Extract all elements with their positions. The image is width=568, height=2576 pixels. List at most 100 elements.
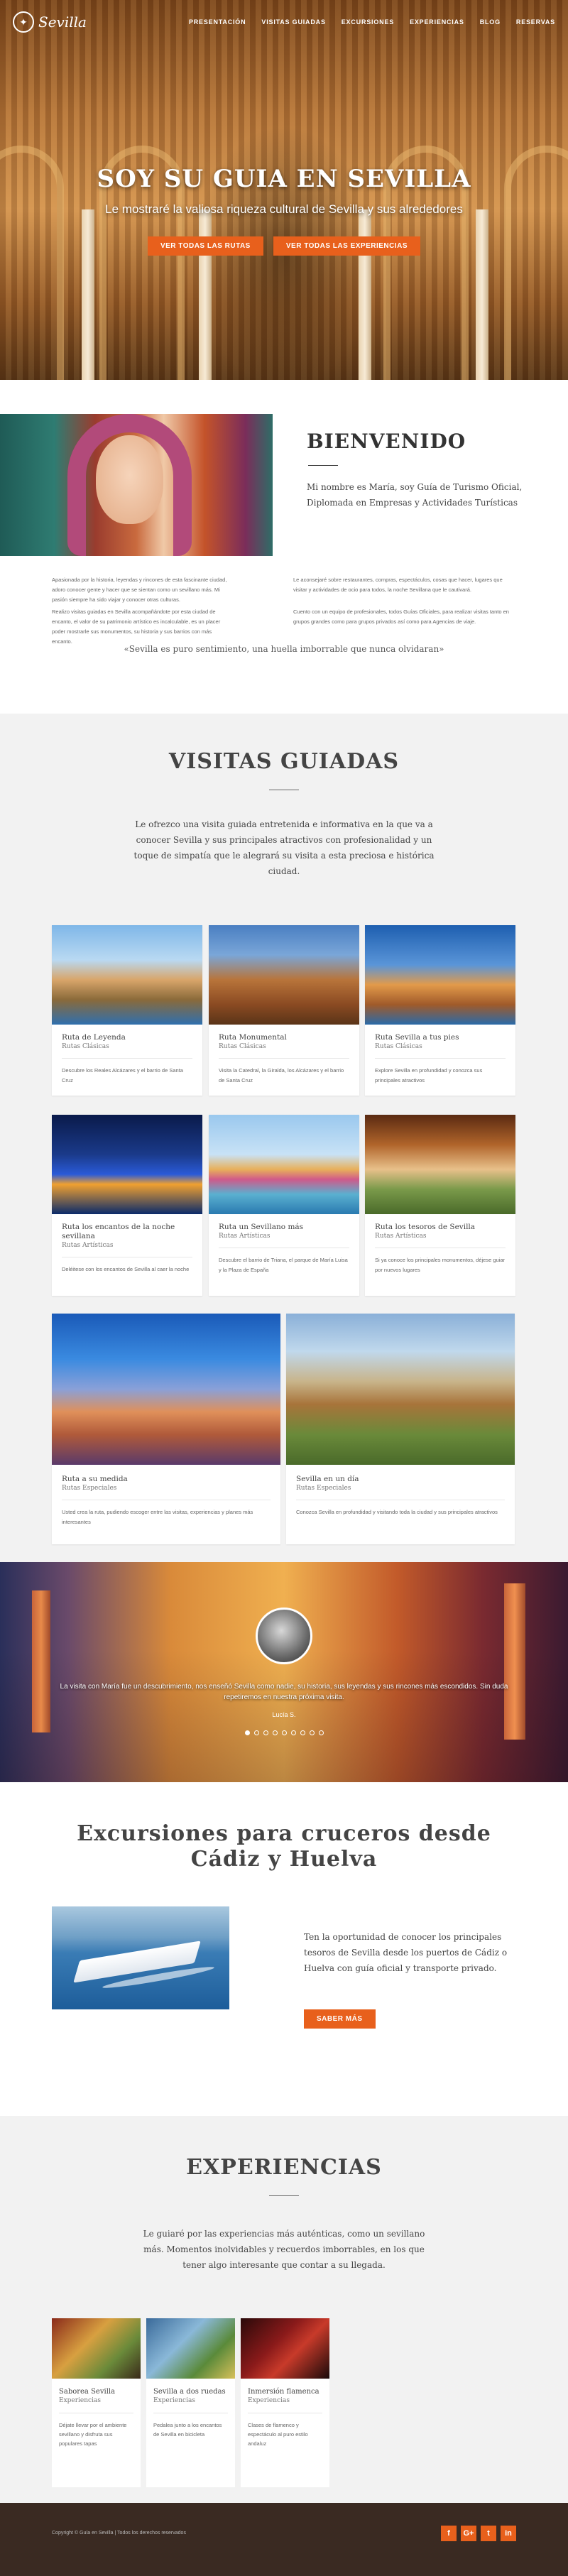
tour-card-description: Descubre el barrio de Triana, el parque … [219,1257,348,1273]
experience-card[interactable]: Saborea Sevilla Experiencias Déjate llev… [52,2318,141,2487]
view-experiences-button[interactable]: Ver todas las experiencias [273,236,421,256]
tour-card-category: Rutas Artísticas [219,1233,271,1240]
experience-card-description: Clases de flamenco y espectáculo al puro… [248,2422,308,2447]
slider-dot[interactable] [309,1730,315,1735]
linkedin-icon[interactable]: in [501,2526,516,2541]
testimonial-avatar [256,1608,312,1664]
tour-card-category: Rutas Artísticas [375,1233,427,1240]
tours-title: VISITAS GUIADAS [168,749,400,774]
tour-card[interactable]: Ruta Sevilla a tus pies Rutas Clásicas E… [365,925,515,1096]
cruise-excursions-section: Excursiones para cruceros desde Cádiz y … [0,1782,568,2116]
cruise-ship-image [52,1906,229,2009]
tour-card[interactable]: Ruta los tesoros de Sevilla Rutas Artíst… [365,1115,515,1296]
cruise-text: Ten la oportunidad de conocer los princi… [304,1932,508,1973]
tour-card-title: Ruta Sevilla a tus pies [375,1033,459,1042]
tour-card-title: Ruta de Leyenda [62,1033,126,1042]
tour-card-category: Rutas Clásicas [375,1043,422,1050]
slider-dot[interactable] [290,1730,296,1735]
hero-section: ✦ Sevilla Presentación Visitas guiadas E… [0,0,568,380]
slider-dot[interactable] [272,1730,278,1735]
tour-card[interactable]: Ruta un Sevillano más Rutas Artísticas D… [209,1115,359,1296]
testimonial-section: La visita con María fue un descubrimient… [0,1562,568,1782]
tour-card-category: Rutas Clásicas [62,1043,109,1050]
nav-item-presentacion[interactable]: Presentación [189,18,246,26]
guide-portrait-image [0,414,273,556]
experience-card-title: Saborea Sevilla [59,2388,116,2396]
tour-card-title: Ruta los encantos de la noche sevillana [62,1223,175,1240]
slider-dot[interactable] [300,1730,305,1735]
tour-card-title: Ruta un Sevillano más [219,1223,304,1231]
google-plus-icon[interactable]: G+ [461,2526,476,2541]
experiences-section: EXPERIENCIAS Le guiaré por las experienc… [0,2116,568,2503]
welcome-paragraph: Realizo visitas guiadas en Sevilla acomp… [52,608,221,645]
divider [269,2195,299,2196]
tour-card-image [286,1314,515,1465]
tour-card-description: Visita la Catedral, la Giralda, los Alcá… [219,1067,344,1084]
experience-card-category: Experiencias [248,2397,290,2404]
nav-item-excursiones[interactable]: Excursiones [342,18,394,26]
experience-card-category: Experiencias [59,2397,101,2404]
experiences-title: EXPERIENCIAS [186,2155,382,2180]
slider-dot[interactable] [281,1730,287,1735]
tour-card[interactable]: Sevilla en un día Rutas Especiales Conoz… [286,1314,515,1544]
hero-column-decoration [199,209,212,380]
tour-card-description: Usted crea la ruta, pudiendo escoger ent… [62,1509,253,1525]
nav-item-blog[interactable]: Blog [480,18,501,26]
tours-lead: Le ofrezco una visita guiada entretenida… [133,819,435,876]
site-logo[interactable]: ✦ Sevilla [13,11,87,33]
tour-card-description: Deléitese con los encantos de Sevilla al… [62,1266,190,1272]
tour-card-description: Si ya conoce los principales monumentos,… [375,1257,506,1273]
portrait-face-decoration [96,435,163,524]
welcome-lead: Mi nombre es María, soy Guía de Turismo … [307,482,523,508]
experience-card[interactable]: Sevilla a dos ruedas Experiencias Pedale… [146,2318,235,2487]
tour-card-category: Rutas Especiales [62,1485,117,1492]
tour-card[interactable]: Ruta a su medida Rutas Especiales Usted … [52,1314,280,1544]
slider-dot[interactable] [263,1730,268,1735]
logo-text: Sevilla [38,13,87,31]
tour-card-image [52,925,202,1025]
divider [308,465,338,466]
tour-card-category: Rutas Especiales [296,1485,351,1492]
learn-more-button[interactable]: Saber más [304,2009,376,2029]
hero-column-decoration [359,209,371,380]
slider-dot[interactable] [244,1730,250,1735]
nav-item-experiencias[interactable]: Experiencias [410,18,464,26]
tour-card[interactable]: Ruta de Leyenda Rutas Clásicas Descubre … [52,925,202,1096]
experience-card-title: Sevilla a dos ruedas [153,2388,226,2396]
twitter-icon[interactable]: t [481,2526,496,2541]
tour-card-category: Rutas Artísticas [62,1242,114,1249]
experience-card[interactable]: Inmersión flamenca Experiencias Clases d… [241,2318,329,2487]
tour-card-description: Explore Sevilla en profundidad y conozca… [375,1067,483,1084]
experience-card-description: Pedalea junto a los encantos de Sevilla … [153,2422,222,2438]
copyright-text: Copyright © Guía en Sevilla | Todos los … [52,2531,186,2536]
tour-card-title: Sevilla en un día [296,1475,359,1483]
welcome-paragraph: Apasionada por la historia, leyendas y r… [52,577,227,603]
view-routes-button[interactable]: Ver todas las rutas [147,236,263,256]
hero-title: SOY SU GUIA EN SEVILLA [97,165,471,193]
slider-dot[interactable] [318,1730,324,1735]
guided-tours-section: VISITAS GUIADAS Le ofrezco una visita gu… [0,714,568,1562]
experience-card-image [241,2318,329,2379]
experience-card-image [146,2318,235,2379]
tour-card-image [365,925,515,1025]
slider-dot[interactable] [253,1730,259,1735]
hero-subtitle: Le mostraré la valiosa riqueza cultural … [105,202,463,216]
tour-card-image [209,1115,359,1214]
testimonial-author: Lucía S. [272,1711,296,1718]
tour-card-image [365,1115,515,1214]
tour-card[interactable]: Ruta los encantos de la noche sevillana … [52,1115,202,1296]
tour-card[interactable]: Ruta Monumental Rutas Clásicas Visita la… [209,925,359,1096]
nav-item-visitas-guiadas[interactable]: Visitas guiadas [261,18,325,26]
slider-dots [0,1730,568,1735]
nav-item-reservas[interactable]: Reservas [516,18,555,26]
experiences-lead: Le guiaré por las experiencias más autén… [143,2229,425,2270]
divider [62,1058,192,1059]
tour-card-image [209,925,359,1025]
tour-card-title: Ruta los tesoros de Sevilla [375,1223,476,1231]
tour-card-image [52,1115,202,1214]
facebook-icon[interactable]: f [441,2526,457,2541]
experience-card-title: Inmersión flamenca [248,2388,320,2396]
divider [375,1058,506,1059]
welcome-section: BIENVENIDO Mi nombre es María, soy Guía … [0,380,568,714]
welcome-quote: «Sevilla es puro sentimiento, una huella… [124,644,444,654]
